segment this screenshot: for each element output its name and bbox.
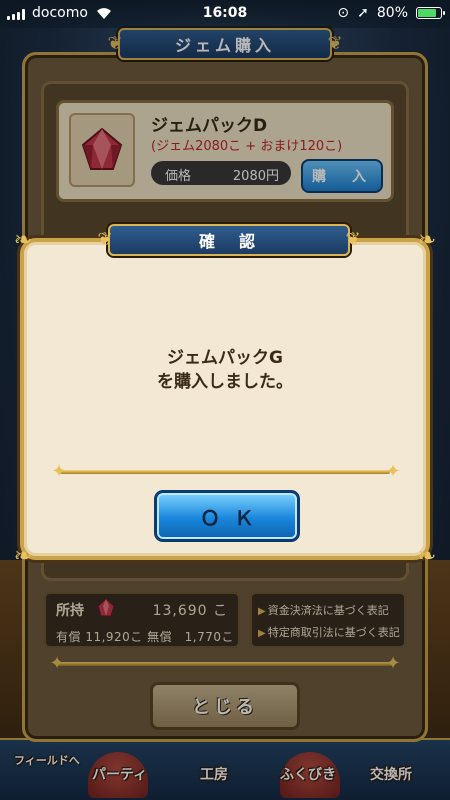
battery-icon — [416, 7, 445, 19]
location-icon: ➚ — [357, 5, 369, 21]
dialog-corner-bottom-right-icon: ❧ — [417, 544, 437, 569]
dialog-title: 確 認 — [108, 224, 350, 256]
battery-percent: 80% — [376, 5, 408, 21]
dialog-ornament-left-icon: ❦ — [97, 229, 113, 250]
dialog-corner-bottom-left-icon: ❧ — [13, 544, 33, 569]
confirm-dialog: 確 認 ❦ ❦ ❧ ❧ ❧ ❧ ジェムパックG を購入しました。 ✦ ✦ ＯＫ — [14, 224, 436, 568]
status-bar: docomo 16:08 ⊙ ➚ 80% — [0, 0, 450, 28]
dialog-message: ジェムパックG を購入しました。 — [24, 346, 426, 394]
dialog-divider-right-icon: ✦ — [385, 461, 401, 482]
dialog-message-line2: を購入しました。 — [157, 372, 293, 392]
battery-level — [418, 9, 436, 17]
dialog-corner-top-right-icon: ❧ — [417, 228, 437, 253]
dialog-divider — [60, 470, 390, 474]
status-right: ⊙ ➚ 80% — [337, 5, 445, 21]
dialog-ornament-right-icon: ❦ — [345, 229, 361, 250]
ok-button-label: ＯＫ — [200, 505, 268, 530]
orientation-lock-icon: ⊙ — [337, 5, 350, 21]
dialog-title-text: 確 認 — [198, 232, 259, 251]
dialog-divider-left-icon: ✦ — [51, 461, 67, 482]
dialog-message-line1: ジェムパックG — [167, 348, 283, 368]
dialog-corner-top-left-icon: ❧ — [13, 228, 33, 253]
ok-button[interactable]: ＯＫ — [154, 490, 300, 542]
